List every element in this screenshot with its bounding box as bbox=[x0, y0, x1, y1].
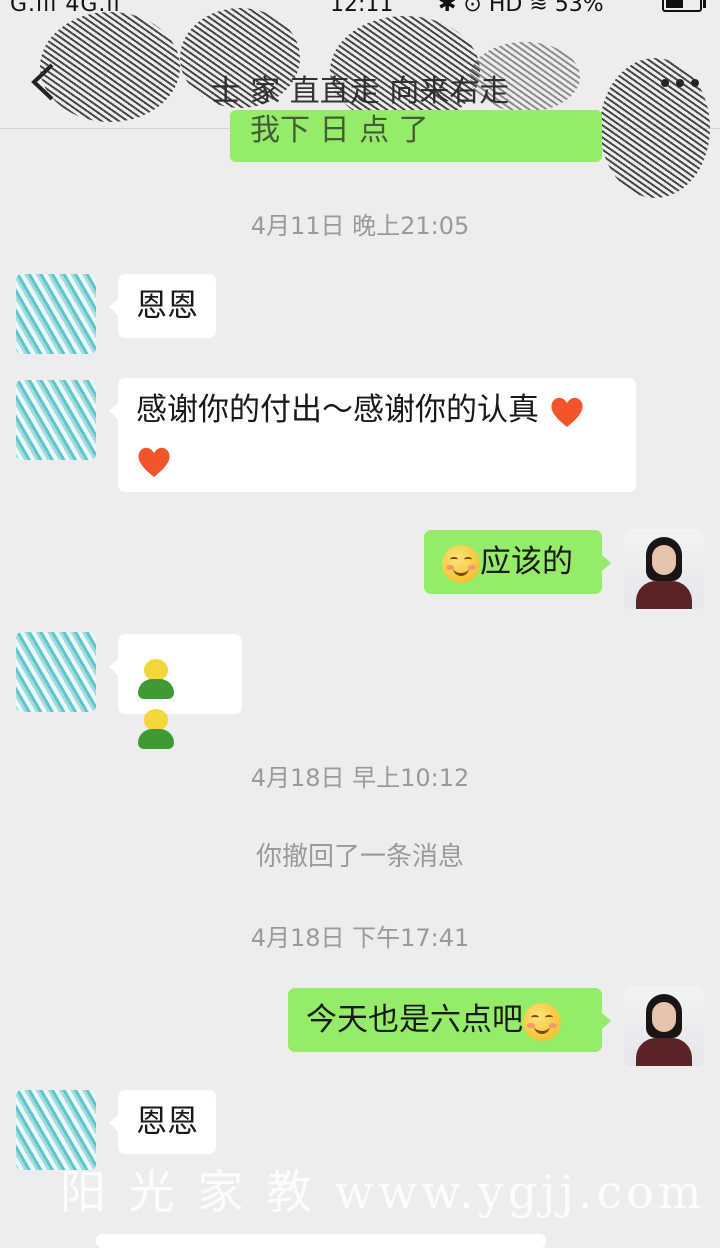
message-text: 恩恩 bbox=[136, 288, 198, 324]
sprout-icon bbox=[136, 708, 176, 749]
contact-avatar[interactable] bbox=[16, 632, 96, 712]
redaction-scribble bbox=[600, 58, 710, 198]
clock: 12:11 bbox=[330, 0, 394, 17]
watermark: 阳 光 家 教 www.ygjj.com bbox=[60, 1165, 706, 1219]
network-indicators: ✱ ⊙ HD ≋ 53% bbox=[438, 0, 604, 17]
my-avatar[interactable] bbox=[624, 529, 704, 609]
contact-avatar[interactable] bbox=[16, 380, 96, 460]
my-avatar[interactable] bbox=[624, 986, 704, 1066]
heart-icon bbox=[138, 447, 170, 477]
message-bubble-outgoing[interactable]: 今天也是六点吧 bbox=[288, 988, 611, 1052]
sprout-icon bbox=[136, 658, 176, 699]
message-text: 应该的 bbox=[480, 544, 573, 580]
message-bubble-incoming[interactable] bbox=[109, 634, 242, 749]
redaction-scribble bbox=[470, 42, 580, 112]
timestamp: 4月18日 早上10:12 bbox=[250, 764, 470, 792]
message-text: 感谢你的付出～感谢你的认真 bbox=[136, 392, 539, 428]
message-bubble-outgoing[interactable]: 应该的 bbox=[424, 530, 611, 594]
redaction-scribble bbox=[180, 8, 300, 108]
battery-icon bbox=[662, 0, 706, 12]
message-bubble-incoming[interactable]: 恩恩 bbox=[109, 274, 216, 338]
message-text: 今天也是六点吧 bbox=[306, 1002, 523, 1038]
input-bar-edge bbox=[96, 1234, 546, 1248]
heart-icon bbox=[551, 397, 583, 427]
redaction-scribble bbox=[40, 12, 180, 122]
smile-icon bbox=[442, 544, 480, 583]
message-text: 恩恩 bbox=[136, 1104, 198, 1140]
smile-icon bbox=[523, 1002, 561, 1041]
message-bubble-incoming[interactable]: 感谢你的付出～感谢你的认真 bbox=[109, 378, 636, 492]
timestamp: 4月11日 晚上21:05 bbox=[250, 212, 470, 240]
recall-notice: 你撤回了一条消息 bbox=[255, 842, 464, 872]
timestamp: 4月18日 下午17:41 bbox=[250, 924, 470, 952]
contact-avatar[interactable] bbox=[16, 274, 96, 354]
message-bubble-incoming[interactable]: 恩恩 bbox=[109, 1090, 216, 1154]
message-bubble-outgoing[interactable]: 我下 日 点 了 bbox=[230, 110, 602, 162]
